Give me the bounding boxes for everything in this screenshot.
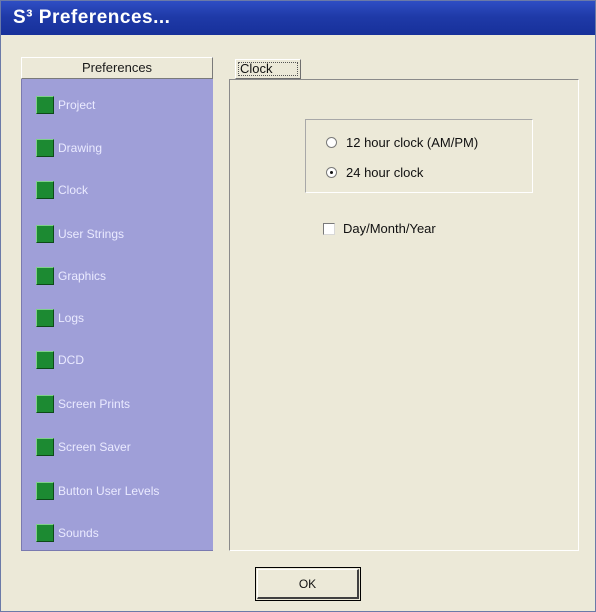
- sidebar-item-label: Drawing: [58, 141, 103, 155]
- green-square-icon: [36, 482, 54, 500]
- sidebar-item-logs[interactable]: Logs: [36, 307, 208, 329]
- sidebar-item-label: User Strings: [58, 227, 125, 241]
- window-title: S³ Preferences...: [1, 1, 595, 35]
- sidebar-header: Preferences: [21, 57, 213, 79]
- sidebar-item-button-user-levels[interactable]: Button User Levels: [36, 480, 208, 502]
- radio-label: 24 hour clock: [346, 165, 424, 180]
- green-square-icon: [36, 351, 54, 369]
- sidebar-item-dcd[interactable]: DCD: [36, 349, 208, 371]
- checkbox-icon: [323, 223, 335, 235]
- radio-selected-dot-icon: [330, 171, 333, 174]
- sidebar-item-screen-prints[interactable]: Screen Prints: [36, 393, 208, 415]
- sidebar-item-drawing[interactable]: Drawing: [36, 137, 208, 159]
- green-square-icon: [36, 309, 54, 327]
- checkbox-label: Day/Month/Year: [343, 221, 436, 236]
- radio-24-hour[interactable]: 24 hour clock: [326, 164, 526, 182]
- sidebar-item-graphics[interactable]: Graphics: [36, 265, 208, 287]
- tab-clock[interactable]: Clock: [235, 59, 301, 79]
- sidebar-item-label: Button User Levels: [58, 484, 160, 498]
- sidebar-item-label: DCD: [58, 353, 84, 367]
- sidebar-item-label: Screen Saver: [58, 440, 131, 454]
- green-square-icon: [36, 225, 54, 243]
- sidebar: Project Drawing Clock User Strings Graph…: [21, 79, 213, 551]
- tab-clock-label: Clock: [240, 61, 273, 76]
- radio-circle-icon: [326, 137, 337, 148]
- day-month-year-checkbox[interactable]: Day/Month/Year: [323, 220, 523, 238]
- green-square-icon: [36, 267, 54, 285]
- green-square-icon: [36, 96, 54, 114]
- clock-format-group: 12 hour clock (AM/PM) 24 hour clock: [305, 119, 533, 193]
- sidebar-item-label: Graphics: [58, 269, 107, 283]
- sidebar-item-label: Project: [58, 98, 96, 112]
- sidebar-item-user-strings[interactable]: User Strings: [36, 223, 208, 245]
- green-square-icon: [36, 438, 54, 456]
- sidebar-item-screen-saver[interactable]: Screen Saver: [36, 436, 208, 458]
- sidebar-item-label: Sounds: [58, 526, 99, 540]
- radio-12-hour[interactable]: 12 hour clock (AM/PM): [326, 134, 526, 152]
- sidebar-item-label: Screen Prints: [58, 397, 131, 411]
- sidebar-item-label: Clock: [58, 183, 89, 197]
- ok-button[interactable]: OK: [257, 569, 359, 599]
- radio-label: 12 hour clock (AM/PM): [346, 135, 479, 150]
- green-square-icon: [36, 524, 54, 542]
- sidebar-item-label: Logs: [58, 311, 85, 325]
- preferences-window: S³ Preferences... Preferences Project Dr…: [0, 0, 596, 612]
- green-square-icon: [36, 395, 54, 413]
- green-square-icon: [36, 139, 54, 157]
- green-square-icon: [36, 181, 54, 199]
- radio-circle-icon: [326, 167, 337, 178]
- sidebar-item-sounds[interactable]: Sounds: [36, 522, 208, 544]
- sidebar-item-clock[interactable]: Clock: [36, 179, 208, 201]
- sidebar-item-project[interactable]: Project: [36, 94, 208, 116]
